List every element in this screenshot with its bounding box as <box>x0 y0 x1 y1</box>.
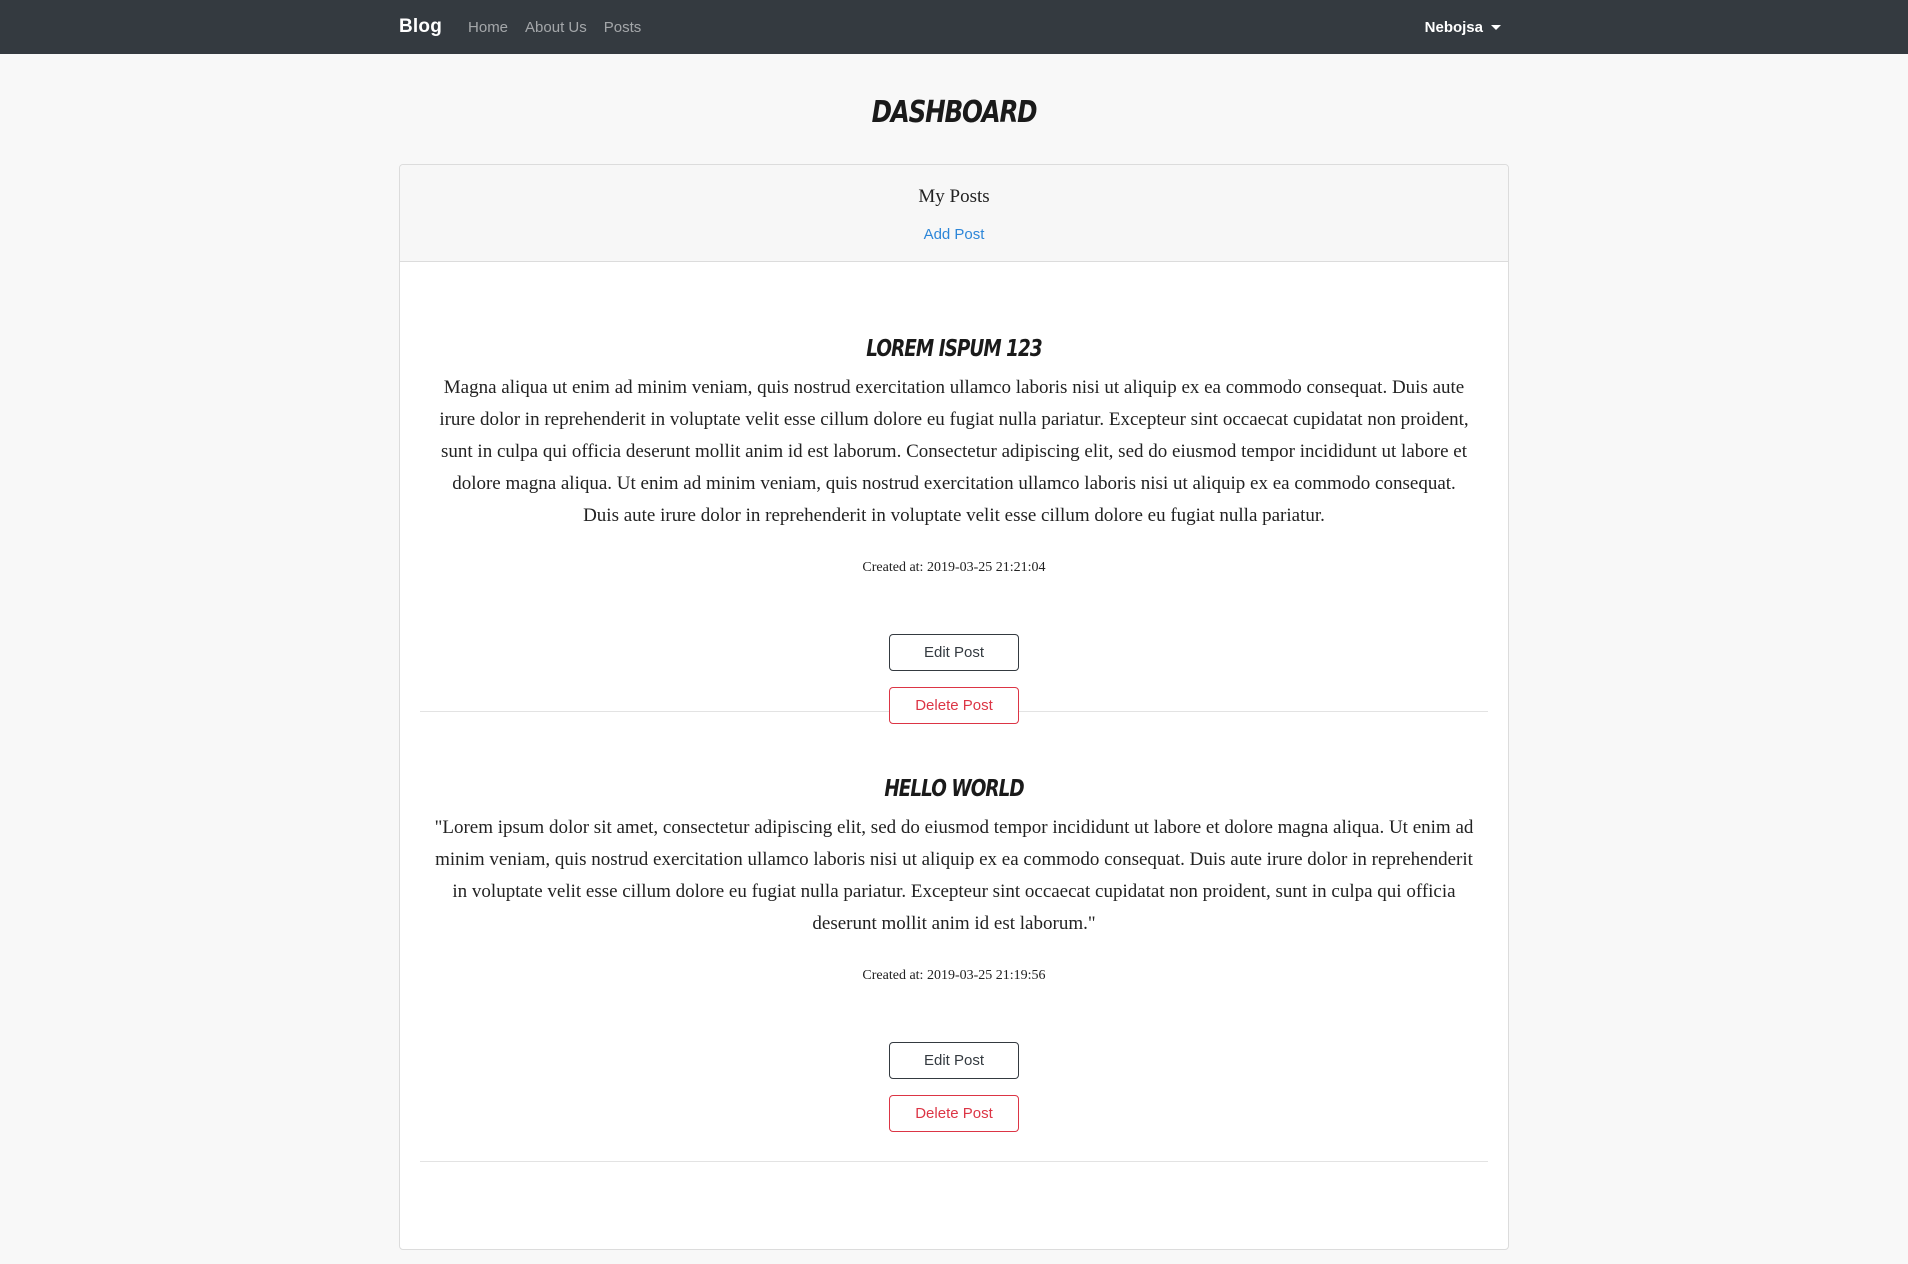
navbar-container: Blog Home About Us Posts Nebojsa <box>399 0 1509 54</box>
card-title: My Posts <box>918 186 990 207</box>
delete-post-button[interactable]: Delete Post <box>889 1095 1019 1132</box>
card-header: My Posts Add Post <box>400 165 1508 262</box>
nav-link-posts[interactable]: Posts <box>604 19 642 36</box>
card-body: LOREM ISPUM 123 Magna aliqua ut enim ad … <box>400 262 1508 1162</box>
post-title: LOREM ISPUM 123 <box>866 336 1042 362</box>
top-navbar: Blog Home About Us Posts Nebojsa <box>0 0 1908 54</box>
post-created-date: Created at: 2019-03-25 21:21:04 <box>862 560 1046 575</box>
posts-card: My Posts Add Post LOREM ISPUM 123 Magna … <box>399 164 1509 1250</box>
main-container: DASHBOARD My Posts Add Post LOREM ISPUM … <box>399 98 1509 1250</box>
edit-post-button[interactable]: Edit Post <box>889 1042 1019 1079</box>
nav-link-about[interactable]: About Us <box>525 19 587 36</box>
add-post-link[interactable]: Add Post <box>924 226 985 243</box>
user-name: Nebojsa <box>1424 18 1483 36</box>
nav-link-home[interactable]: Home <box>468 19 508 36</box>
post-body: Magna aliqua ut enim ad minim veniam, qu… <box>439 377 1469 526</box>
page-title: DASHBOARD <box>871 95 1038 130</box>
post-created-date: Created at: 2019-03-25 21:19:56 <box>862 968 1046 983</box>
edit-post-button[interactable]: Edit Post <box>889 634 1019 671</box>
user-dropdown[interactable]: Nebojsa <box>1425 0 1501 54</box>
brand-link[interactable]: Blog <box>399 16 442 38</box>
post-item: LOREM ISPUM 123 Magna aliqua ut enim ad … <box>420 262 1488 724</box>
post-body: "Lorem ipsum dolor sit amet, consectetur… <box>434 817 1474 934</box>
post-item: HELLO WORLD "Lorem ipsum dolor sit amet,… <box>420 712 1488 1162</box>
caret-down-icon <box>1491 24 1501 30</box>
post-title: HELLO WORLD <box>884 776 1024 802</box>
